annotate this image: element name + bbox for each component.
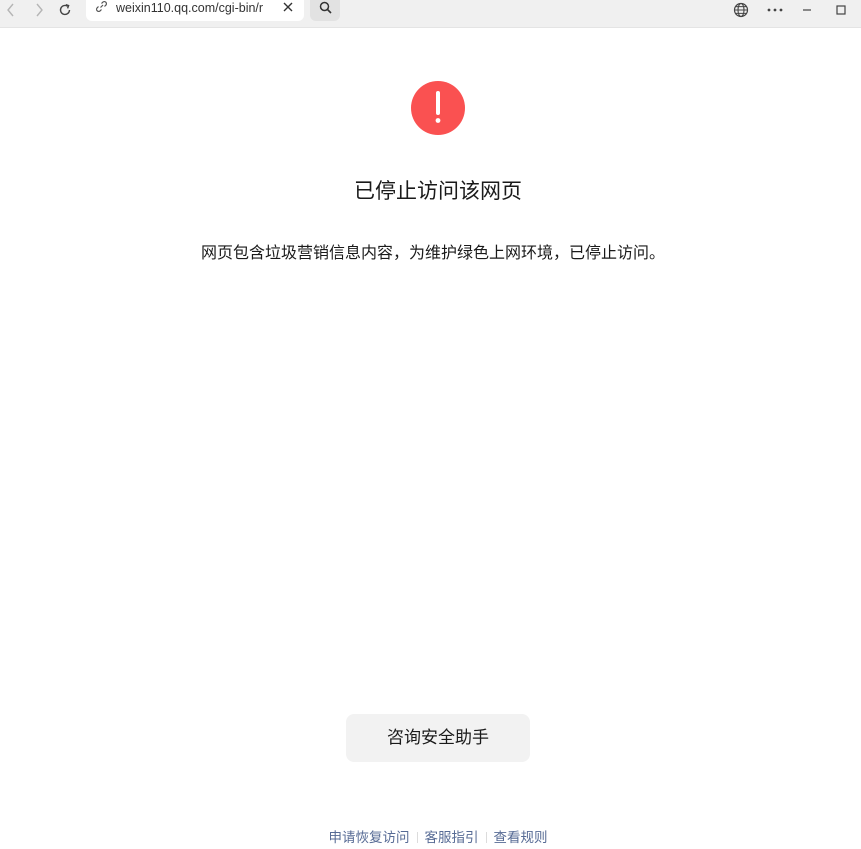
footer-link-view-rules[interactable]: 查看规则 — [494, 830, 548, 846]
warning-icon — [411, 81, 465, 135]
footer-link-support-guide[interactable]: 客服指引 — [425, 830, 479, 846]
page-title: 已停止访问该网页 — [354, 179, 522, 203]
page-description: 网页包含垃圾营销信息内容，为维护绿色上网环境，已停止访问。 — [200, 243, 665, 262]
reload-icon — [59, 3, 71, 16]
chevron-left-icon — [7, 3, 14, 17]
reload-button[interactable] — [54, 0, 76, 20]
footer-link-request-restore[interactable]: 申请恢复访问 — [329, 830, 410, 846]
footer-links: 申请恢复访问 客服指引 查看规则 — [0, 826, 861, 846]
back-button[interactable] — [0, 0, 22, 20]
more-icon — [767, 8, 783, 12]
minimize-button[interactable] — [796, 0, 818, 20]
maximize-icon — [836, 5, 846, 15]
globe-icon — [733, 2, 749, 18]
search-icon — [319, 1, 332, 14]
search-button[interactable] — [310, 0, 340, 21]
minimize-icon — [803, 9, 811, 11]
chevron-right-icon — [36, 3, 43, 17]
close-icon[interactable] — [282, 1, 294, 13]
footer-divider — [485, 832, 487, 843]
footer-divider — [416, 832, 418, 843]
link-icon — [96, 1, 107, 12]
more-button[interactable] — [764, 0, 786, 20]
address-bar[interactable]: weixin110.qq.com/cgi-bin/r — [86, 0, 304, 21]
exclamation-icon — [435, 91, 441, 123]
forward-button[interactable] — [28, 0, 50, 20]
browser-toolbar: weixin110.qq.com/cgi-bin/r — [0, 0, 861, 28]
maximize-button[interactable] — [830, 0, 852, 20]
consult-security-assistant-button[interactable]: 咨询安全助手 — [346, 714, 530, 762]
translate-button[interactable] — [730, 0, 752, 20]
address-text: weixin110.qq.com/cgi-bin/r — [116, 1, 264, 15]
